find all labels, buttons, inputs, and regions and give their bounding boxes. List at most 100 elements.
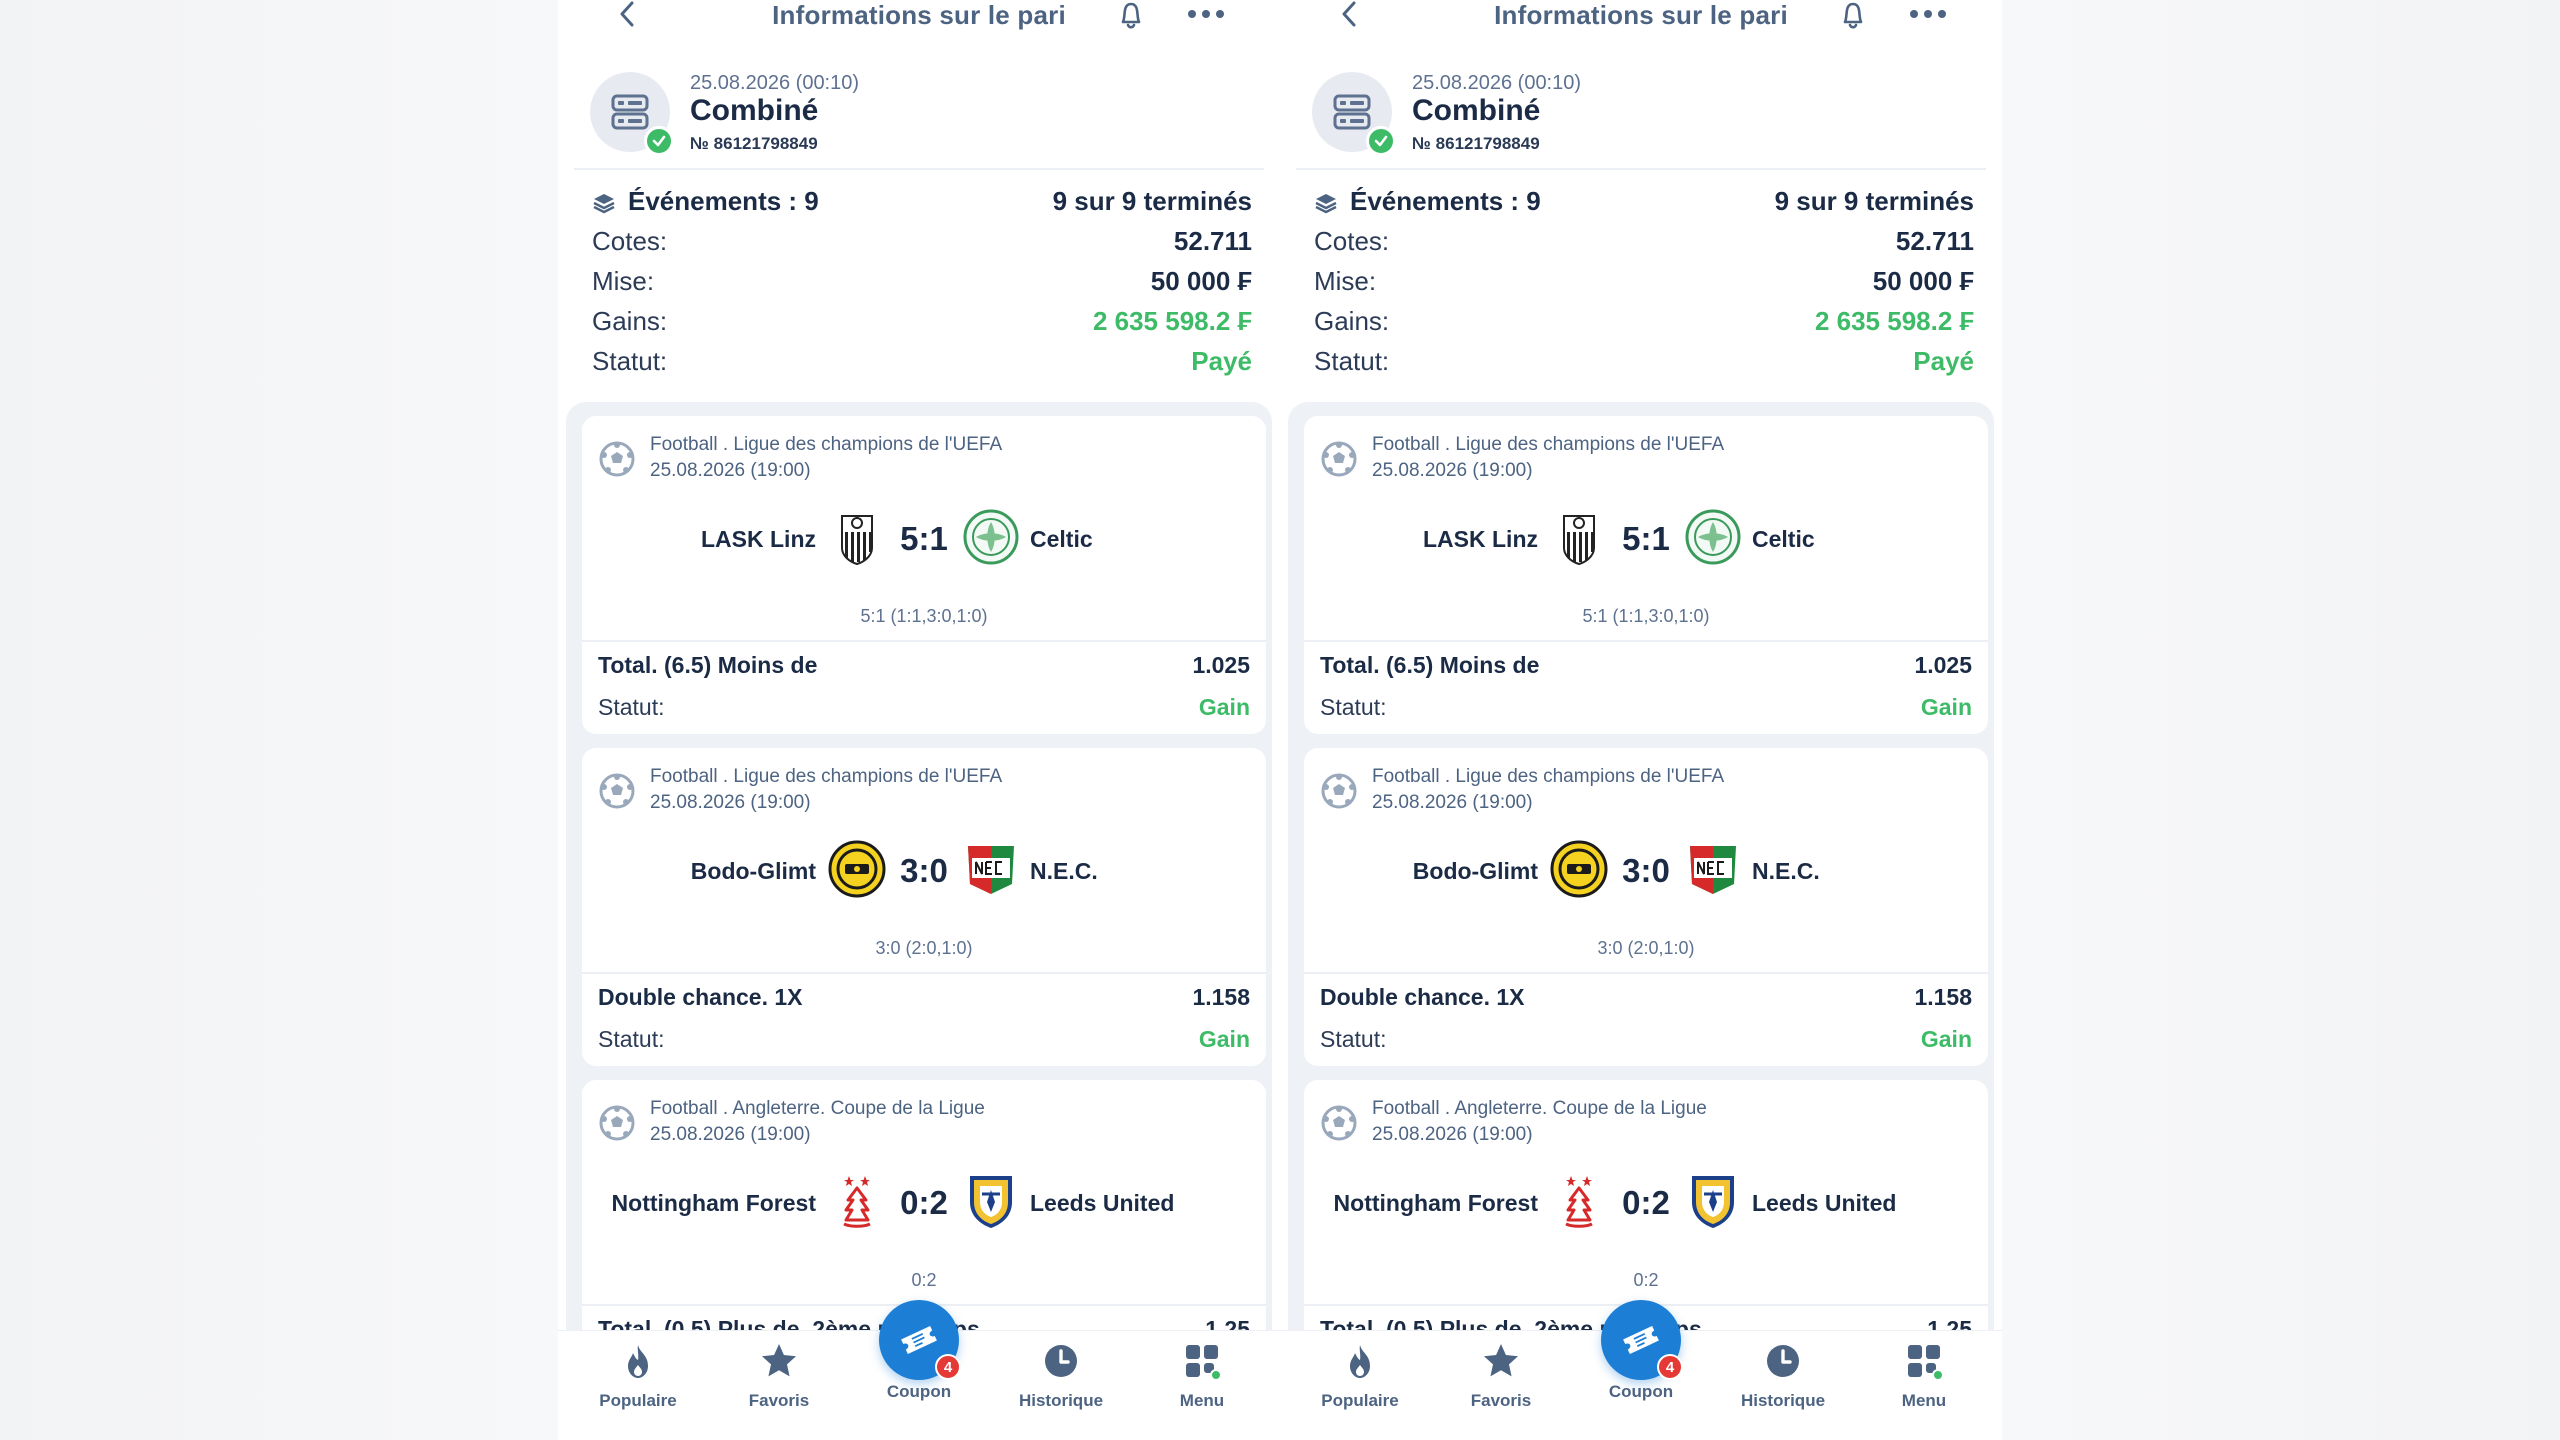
event-league: Football . Ligue des champions de l'UEFA [1372,434,1725,455]
nav-menu[interactable]: Menu [1132,1341,1272,1411]
event-odds: 1.025 [1914,652,1972,678]
divider [582,972,1266,974]
away-team: Leeds United [1752,1190,1897,1216]
success-check-icon [1366,126,1396,156]
nav-history[interactable]: Historique [1713,1341,1853,1411]
odds-label: Cotes: [1314,226,1390,256]
nav-label: Favoris [748,1391,810,1410]
status-value: Payé [1913,346,1974,376]
event-league: Football . Ligue des champions de l'UEFA [650,766,1003,787]
leeds-united-logo-icon [1692,1176,1734,1228]
event-card[interactable]: Football . Ligue des champions de l'UEFA… [582,416,1266,734]
menu-grid-icon [1908,1345,1944,1381]
dot-icon [1924,10,1932,18]
ticket-icon [901,1325,937,1355]
menu-grid-icon [1186,1345,1222,1381]
status-label: Statut: [1314,346,1390,376]
stake-value: 50 000 ₣ [1150,266,1252,296]
score-detail: 0:2 [911,1270,937,1290]
nottingham-forest-logo-icon [843,1176,871,1228]
celtic-logo-icon [1685,509,1741,565]
event-odds: 1.158 [1914,984,1972,1010]
more-options-button[interactable] [1910,4,1954,24]
odds-label: Cotes: [592,226,668,256]
event-date: 25.08.2026 (19:00) [1372,460,1533,481]
football-icon [1321,773,1357,809]
notification-bell-button[interactable] [1114,0,1148,30]
away-team: Leeds United [1030,1190,1175,1216]
star-icon [762,1344,796,1377]
clock-icon [1045,1345,1077,1377]
nav-popular[interactable]: Populaire [568,1341,708,1411]
events-completed: 9 sur 9 terminés [1774,186,1974,216]
score-detail: 0:2 [1633,1270,1659,1290]
bet-header: 25.08.2026 (00:10) Combiné № 86121798849 [590,70,1250,160]
event-date: 25.08.2026 (19:00) [650,460,811,481]
event-status-value: Gain [1198,1026,1250,1052]
notification-bell-button[interactable] [1836,0,1870,30]
more-options-button[interactable] [1188,4,1232,24]
nav-label: Menu [1179,1391,1225,1410]
divider [574,168,1264,170]
coupon-list-icon [611,94,649,130]
football-icon [1321,441,1357,477]
stake-value: 50 000 ₣ [1872,266,1974,296]
bell-icon [1843,2,1863,29]
event-odds: 1.025 [1192,652,1250,678]
nav-popular[interactable]: Populaire [1290,1341,1430,1411]
winnings-label: Gains: [1314,306,1390,336]
bet-number: № 86121798849 [690,134,818,153]
event-card[interactable]: Football . Ligue des champions de l'UEFA… [1304,748,1988,1066]
bet-number: № 86121798849 [1412,134,1540,153]
home-team: Bodo-Glimt [1412,858,1538,884]
nav-history[interactable]: Historique [991,1341,1131,1411]
success-check-icon [644,126,674,156]
celtic-logo-icon [963,509,1019,565]
home-team: LASK Linz [1423,526,1538,552]
divider [1304,640,1988,642]
divider [582,640,1266,642]
events-list: Football . Ligue des champions de l'UEFA… [566,402,1272,1440]
events-count-label: Événements : 9 [628,186,819,216]
home-team: LASK Linz [701,526,816,552]
status-value: Payé [1191,346,1252,376]
events-count-label: Événements : 9 [1350,186,1541,216]
match-score: 3:0 [1622,852,1670,889]
away-team: N.E.C. [1752,858,1820,884]
event-status-label: Statut: [1320,694,1387,720]
match-score: 5:1 [1622,520,1670,557]
event-card[interactable]: Football . Ligue des champions de l'UEFA… [582,748,1266,1066]
match-score: 5:1 [900,520,948,557]
divider [1304,972,1988,974]
nav-label: Historique [1740,1391,1826,1410]
bet-date: 25.08.2026 (00:10) [1412,72,1582,94]
event-status-label: Statut: [1320,1026,1387,1052]
nav-favorites[interactable]: Favoris [1431,1341,1571,1411]
odds-value: 52.711 [1173,226,1252,256]
nav-label: Menu [1901,1391,1947,1410]
flame-icon [628,1345,648,1378]
event-card[interactable]: Football . Ligue des champions de l'UEFA… [1304,416,1988,734]
event-date: 25.08.2026 (19:00) [650,1124,811,1145]
nav-menu[interactable]: Menu [1854,1341,1994,1411]
bet-summary: Événements : 9 9 sur 9 terminés Cotes: 5… [592,186,1252,386]
match-score: 3:0 [900,852,948,889]
bodo-glimt-logo-icon [828,840,886,898]
nav-label: Favoris [1470,1391,1532,1410]
star-icon [1484,1344,1518,1377]
dot-icon [1910,10,1918,18]
bet-summary: Événements : 9 9 sur 9 terminés Cotes: 5… [1314,186,1974,386]
nav-favorites[interactable]: Favoris [709,1341,849,1411]
home-team: Nottingham Forest [611,1190,816,1216]
nec-logo-icon [968,846,1014,894]
top-bar: Informations sur le pari [1280,0,2002,34]
bell-icon [1121,2,1141,29]
event-league: Football . Angleterre. Coupe de la Ligue [650,1098,985,1119]
odds-value: 52.711 [1895,226,1974,256]
bet-market: Total. (6.5) Moins de [1320,652,1540,678]
phone-screen-left: Informations sur le pari 25.08.2026 (00:… [558,0,1280,1440]
flame-icon [1350,1345,1370,1378]
match-score: 0:2 [1622,1184,1670,1221]
events-list: Football . Ligue des champions de l'UEFA… [1288,402,1994,1440]
coupon-label: Coupon [886,1382,952,1401]
